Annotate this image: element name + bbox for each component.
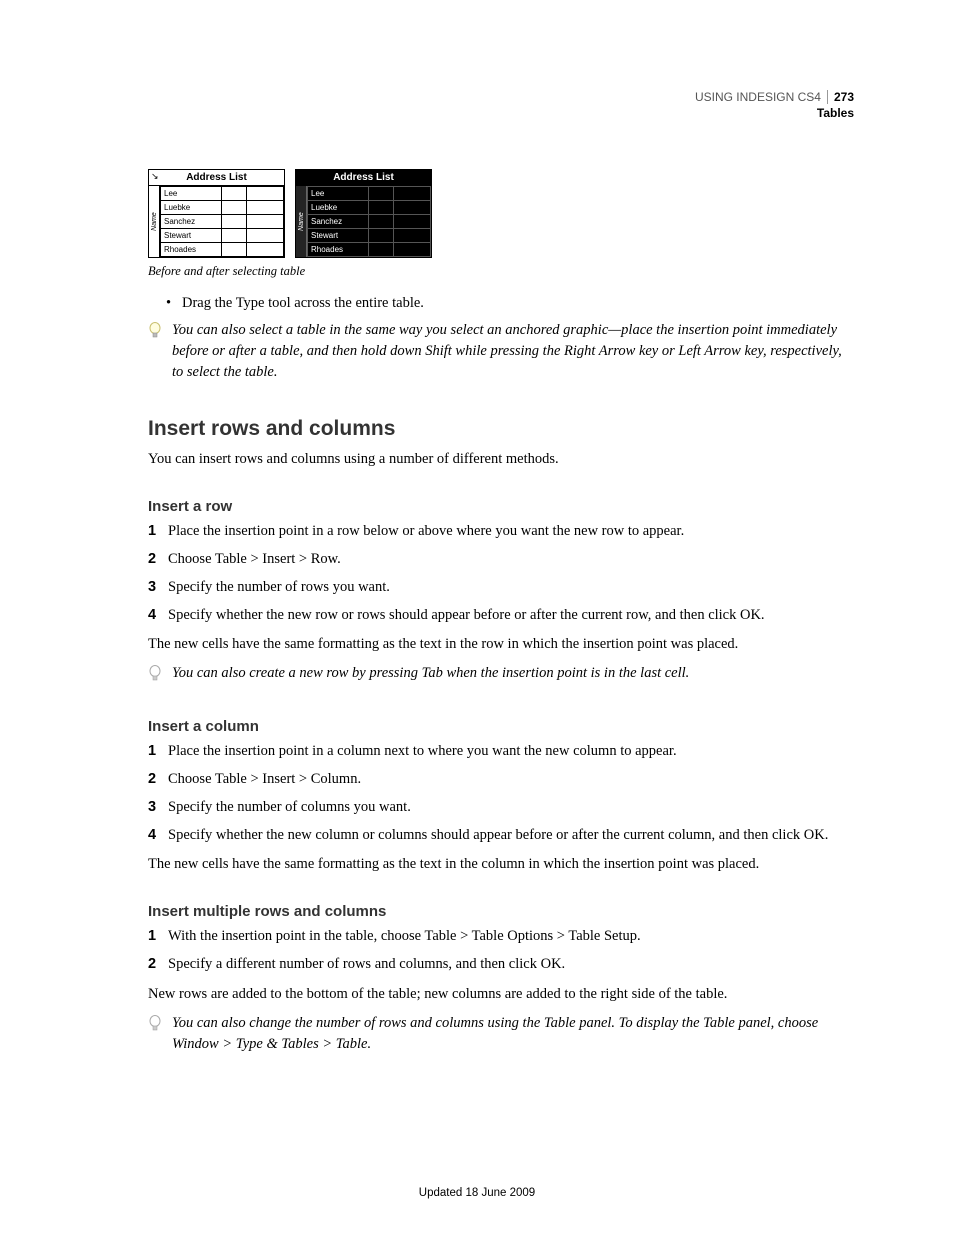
footer-date: Updated 18 June 2009 <box>0 1187 954 1199</box>
section-heading: Insert rows and columns <box>148 417 854 441</box>
step: Specify whether the new row or rows shou… <box>148 605 854 627</box>
tip-text: You can also select a table in the same … <box>172 322 842 380</box>
lightbulb-icon <box>148 665 168 690</box>
document-page: USING INDESIGN CS4 273 Tables ↘ Address Li… <box>0 0 954 1235</box>
sub-heading-column: Insert a column <box>148 718 854 735</box>
figure: ↘ Address List Name Lee Luebke Sanchez St… <box>148 169 854 279</box>
lightbulb-icon <box>148 1015 168 1055</box>
sub-heading-row: Insert a row <box>148 498 854 515</box>
mini-table-body: Lee Luebke Sanchez Stewart Rhoades <box>307 186 431 257</box>
steps-multiple: With the insertion point in the table, c… <box>148 926 854 976</box>
cursor-icon: ↘ <box>151 171 159 182</box>
steps-column: Place the insertion point in a column ne… <box>148 741 854 846</box>
step: Specify the number of rows you want. <box>148 577 854 599</box>
running-header: USING INDESIGN CS4 273 Tables <box>148 90 854 121</box>
step: Place the insertion point in a row below… <box>148 521 854 543</box>
chapter-name: Tables <box>148 106 854 122</box>
tip-text: You can also change the number of rows a… <box>172 1013 854 1055</box>
section-intro: You can insert rows and columns using a … <box>148 449 854 470</box>
figure-table-before: ↘Address List Name Lee Luebke Sanchez St… <box>148 169 285 258</box>
followup-text: New rows are added to the bottom of the … <box>148 984 854 1005</box>
followup-text: The new cells have the same formatting a… <box>148 634 854 655</box>
step: Choose Table > Insert > Column. <box>148 769 854 791</box>
page-number: 273 <box>827 90 854 104</box>
followup-text: The new cells have the same formatting a… <box>148 854 854 875</box>
steps-row: Place the insertion point in a row below… <box>148 521 854 626</box>
step: Choose Table > Insert > Row. <box>148 549 854 571</box>
step: Specify a different number of rows and c… <box>148 954 854 976</box>
step: Place the insertion point in a column ne… <box>148 741 854 763</box>
sub-heading-multiple: Insert multiple rows and columns <box>148 903 854 920</box>
figure-caption: Before and after selecting table <box>148 264 854 279</box>
book-title: USING INDESIGN CS4 <box>695 90 821 104</box>
bullet-list: Drag the Type tool across the entire tab… <box>148 295 854 312</box>
step: Specify whether the new column or column… <box>148 825 854 847</box>
tip-block: You can also select a table in the same … <box>148 320 854 383</box>
mini-table-body: Lee Luebke Sanchez Stewart Rhoades <box>160 186 284 257</box>
tip-block: You can also change the number of rows a… <box>148 1013 854 1055</box>
step: With the insertion point in the table, c… <box>148 926 854 948</box>
tip-text: You can also create a new row by pressin… <box>172 663 854 690</box>
figure-table-after: Address List Name Lee Luebke Sanchez Ste… <box>295 169 432 258</box>
lightbulb-icon <box>148 322 168 383</box>
tip-block: You can also create a new row by pressin… <box>148 663 854 690</box>
bullet-item: Drag the Type tool across the entire tab… <box>182 295 854 312</box>
step: Specify the number of columns you want. <box>148 797 854 819</box>
